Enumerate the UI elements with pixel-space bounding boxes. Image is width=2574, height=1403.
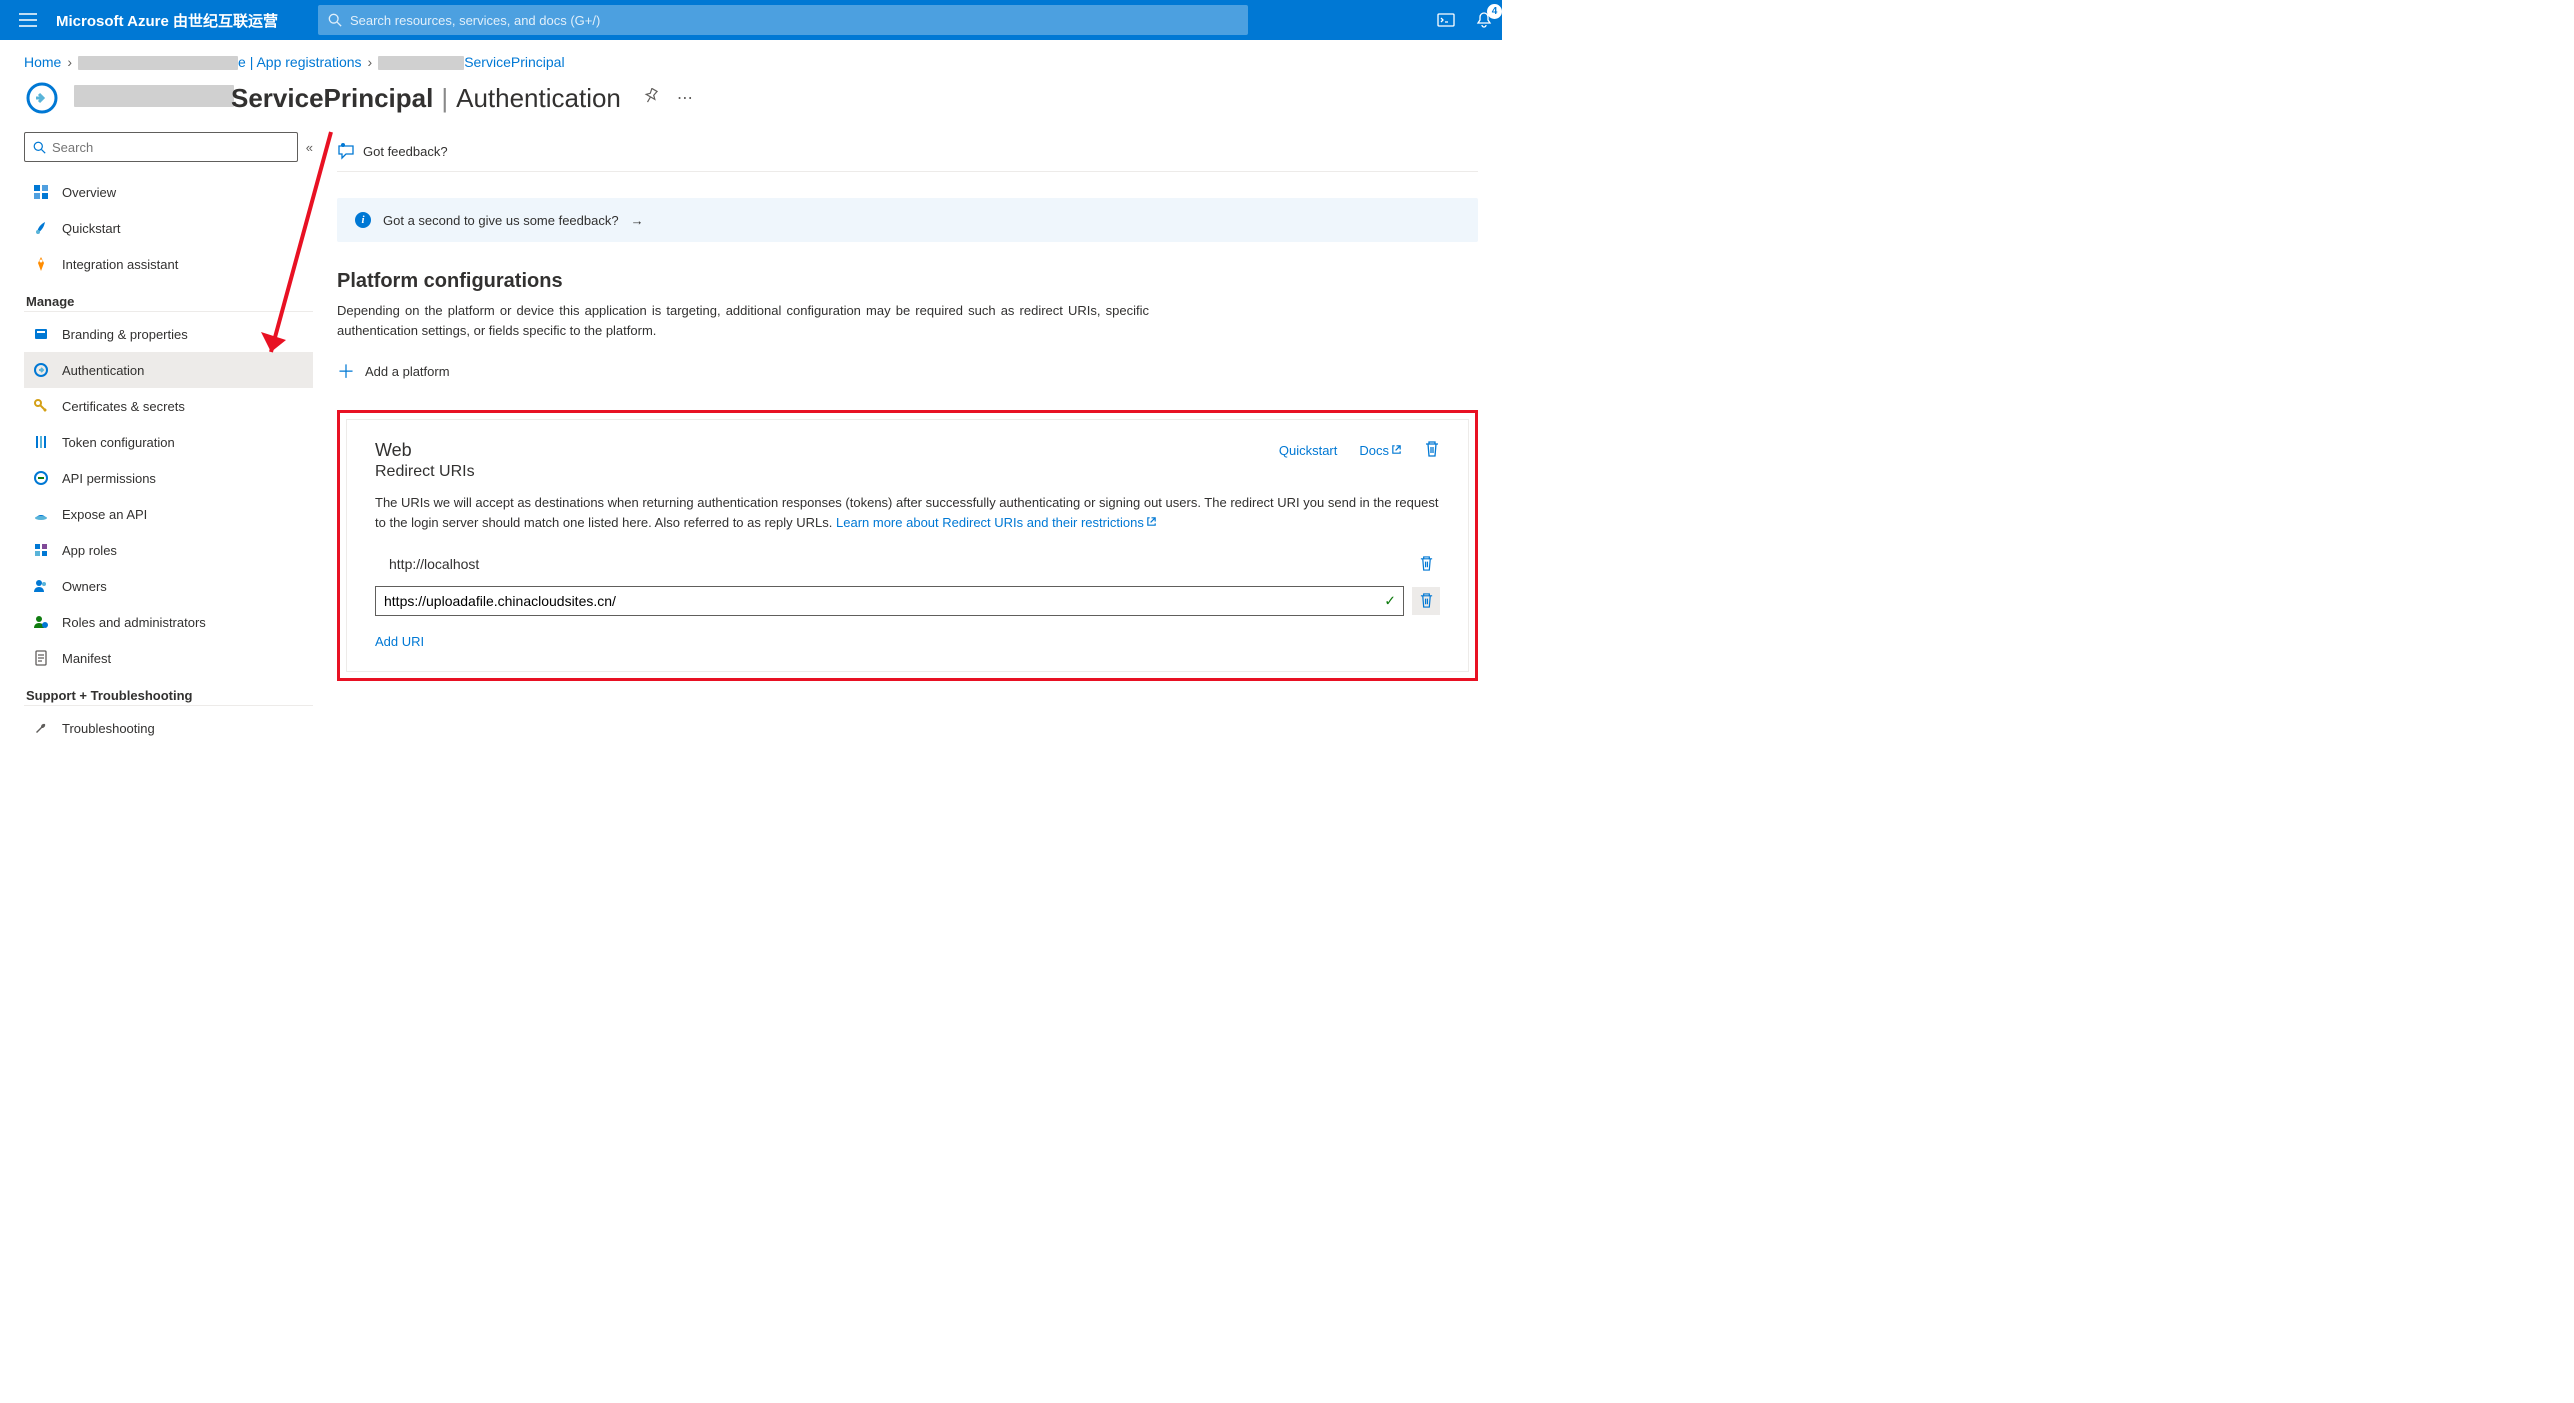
global-search-input[interactable] xyxy=(350,13,1238,28)
api-permissions-icon xyxy=(32,469,50,487)
authentication-icon xyxy=(32,361,50,379)
add-uri-button[interactable]: Add URI xyxy=(375,634,424,649)
feedback-icon xyxy=(337,143,355,161)
hamburger-menu[interactable] xyxy=(8,0,48,40)
sidebar-item-token[interactable]: Token configuration xyxy=(24,424,313,460)
owners-icon xyxy=(32,577,50,595)
sidebar-item-owners[interactable]: Owners xyxy=(24,568,313,604)
more-icon[interactable]: ⋯ xyxy=(677,88,693,109)
cloud-shell-icon[interactable] xyxy=(1436,10,1456,30)
sidebar-item-integration[interactable]: Integration assistant xyxy=(24,246,313,282)
redirect-uri-row: ✓ xyxy=(375,586,1440,616)
redirect-uri-input[interactable] xyxy=(375,586,1404,616)
search-icon xyxy=(33,141,46,154)
platform-card-web: Web Redirect URIs Quickstart Docs The UR… xyxy=(346,419,1469,671)
breadcrumb-home[interactable]: Home xyxy=(24,54,61,70)
collapse-sidebar-icon[interactable]: « xyxy=(306,140,313,155)
app-roles-icon xyxy=(32,541,50,559)
redirect-uri-value: http://localhost xyxy=(375,556,1412,572)
sidebar-item-troubleshooting[interactable]: Troubleshooting xyxy=(24,710,313,746)
sidebar-header-manage: Manage xyxy=(24,282,313,312)
external-link-icon xyxy=(1391,443,1402,458)
info-icon: i xyxy=(355,212,371,228)
annotation-highlight: Web Redirect URIs Quickstart Docs The UR… xyxy=(337,410,1478,680)
search-icon xyxy=(328,13,342,27)
pin-icon[interactable] xyxy=(643,88,659,109)
add-platform-button[interactable]: ＋ Add a platform xyxy=(337,358,1478,384)
quickstart-link[interactable]: Quickstart xyxy=(1279,443,1338,458)
sidebar-item-roles-admins[interactable]: Roles and administrators xyxy=(24,604,313,640)
rocket-icon xyxy=(32,255,50,273)
delete-uri-button[interactable] xyxy=(1412,587,1440,615)
sidebar-item-quickstart[interactable]: Quickstart xyxy=(24,210,313,246)
redirect-uri-row: http://localhost xyxy=(375,550,1440,578)
breadcrumb-part3[interactable]: ServicePrincipal xyxy=(378,54,564,70)
sidebar-item-app-roles[interactable]: App roles xyxy=(24,532,313,568)
branding-icon xyxy=(32,325,50,343)
external-link-icon xyxy=(1146,513,1157,533)
section-title: Platform configurations xyxy=(337,270,1478,293)
sidebar-item-api-permissions[interactable]: API permissions xyxy=(24,460,313,496)
app-registration-icon xyxy=(24,80,60,116)
sidebar-item-authentication[interactable]: Authentication xyxy=(24,352,313,388)
sidebar-item-overview[interactable]: Overview xyxy=(24,174,313,210)
token-icon xyxy=(32,433,50,451)
check-icon: ✓ xyxy=(1384,592,1396,609)
expose-api-icon xyxy=(32,505,50,523)
docs-link[interactable]: Docs xyxy=(1359,443,1402,458)
wrench-icon xyxy=(32,719,50,737)
learn-more-link[interactable]: Learn more about Redirect URIs and their… xyxy=(836,515,1157,530)
platform-description: The URIs we will accept as destinations … xyxy=(375,493,1440,533)
roles-admins-icon xyxy=(32,613,50,631)
sidebar-item-expose-api[interactable]: Expose an API xyxy=(24,496,313,532)
overview-icon xyxy=(32,183,50,201)
sidebar-header-support: Support + Troubleshooting xyxy=(24,676,313,706)
arrow-right-icon: → xyxy=(631,213,644,228)
sidebar-item-certificates[interactable]: Certificates & secrets xyxy=(24,388,313,424)
plus-icon: ＋ xyxy=(337,358,355,384)
breadcrumb: Home › e | App registrations › ServicePr… xyxy=(0,40,1502,76)
delete-uri-button[interactable] xyxy=(1412,550,1440,578)
global-search[interactable] xyxy=(318,5,1248,35)
quickstart-icon xyxy=(32,219,50,237)
brand-label: Microsoft Azure 由世纪互联运营 xyxy=(56,10,278,31)
breadcrumb-part2[interactable]: e | App registrations xyxy=(78,54,361,70)
manifest-icon xyxy=(32,649,50,667)
platform-subtitle: Redirect URIs xyxy=(375,463,475,481)
sidebar-search[interactable] xyxy=(24,132,298,162)
sidebar-item-branding[interactable]: Branding & properties xyxy=(24,316,313,352)
feedback-button[interactable]: Got feedback? xyxy=(337,143,448,161)
chevron-right-icon: › xyxy=(67,54,72,70)
notification-badge: 4 xyxy=(1487,4,1502,19)
sidebar-search-input[interactable] xyxy=(52,140,289,155)
notifications-icon[interactable]: 4 xyxy=(1474,10,1494,30)
feedback-banner[interactable]: i Got a second to give us some feedback?… xyxy=(337,198,1478,242)
delete-platform-button[interactable] xyxy=(1424,440,1440,461)
section-description: Depending on the platform or device this… xyxy=(337,301,1149,340)
sidebar-item-manifest[interactable]: Manifest xyxy=(24,640,313,676)
platform-title: Web xyxy=(375,440,475,461)
key-icon xyxy=(32,397,50,415)
chevron-right-icon: › xyxy=(368,54,373,70)
page-title: ServicePrincipal | Authentication xyxy=(74,83,621,114)
